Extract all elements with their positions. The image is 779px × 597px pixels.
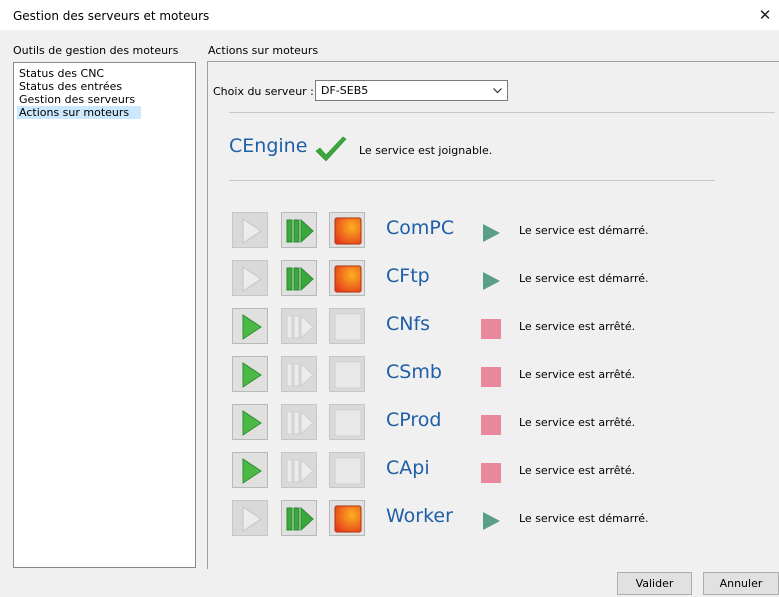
play-icon: [242, 362, 262, 388]
stop-button[interactable]: [329, 404, 365, 440]
stop-button[interactable]: [329, 308, 365, 344]
start-button[interactable]: [232, 308, 268, 344]
restart-icon: [286, 314, 314, 340]
start-button[interactable]: [232, 500, 268, 536]
service-row-csmb: CSmb Le service est arrêté.: [0, 356, 779, 396]
stop-icon: [334, 457, 362, 485]
cancel-button[interactable]: Annuler: [703, 572, 779, 595]
stop-icon: [334, 265, 362, 293]
service-status: Le service est démarré.: [519, 224, 649, 237]
title-bar: Gestion des serveurs et moteurs ✕: [0, 0, 779, 30]
stopped-icon: [481, 415, 501, 435]
restart-icon: [286, 506, 314, 532]
start-button[interactable]: [232, 212, 268, 248]
service-name: CProd: [386, 409, 442, 431]
close-icon[interactable]: ✕: [755, 6, 775, 26]
service-name: CApi: [386, 457, 430, 479]
service-status: Le service est démarré.: [519, 512, 649, 525]
restart-button[interactable]: [281, 356, 317, 392]
stop-button[interactable]: [329, 212, 365, 248]
service-row-worker: Worker Le service est démarré.: [0, 500, 779, 540]
stop-icon: [334, 361, 362, 389]
nav-item-status-cnc[interactable]: Status des CNC: [17, 67, 106, 80]
running-icon: [483, 512, 500, 530]
play-icon: [242, 266, 262, 292]
restart-icon: [286, 410, 314, 436]
service-row-cnfs: CNfs Le service est arrêté.: [0, 308, 779, 348]
restart-button[interactable]: [281, 404, 317, 440]
service-status: Le service est arrêté.: [519, 464, 636, 477]
stop-icon: [334, 409, 362, 437]
separator-mid: [229, 180, 715, 181]
nav-item-status-entrees[interactable]: Status des entrées: [17, 80, 124, 93]
stop-button[interactable]: [329, 500, 365, 536]
nav-item-gestion-serveurs[interactable]: Gestion des serveurs: [17, 93, 137, 106]
service-row-capi: CApi Le service est arrêté.: [0, 452, 779, 492]
start-button[interactable]: [232, 356, 268, 392]
service-row-compc: ComPC Le service est démarré.: [0, 212, 779, 252]
nav-item-actions-moteurs[interactable]: Actions sur moteurs: [17, 106, 141, 119]
server-label: Choix du serveur :: [213, 85, 314, 98]
left-panel-header: Outils de gestion des moteurs: [13, 44, 179, 57]
service-name: ComPC: [386, 217, 455, 239]
restart-button[interactable]: [281, 260, 317, 296]
play-icon: [242, 218, 262, 244]
service-name: CFtp: [386, 265, 430, 287]
start-button[interactable]: [232, 404, 268, 440]
restart-icon: [286, 362, 314, 388]
stopped-icon: [481, 367, 501, 387]
engine-name: CEngine: [229, 135, 308, 157]
play-icon: [242, 410, 262, 436]
check-icon: [315, 136, 347, 162]
running-icon: [483, 272, 500, 290]
start-button[interactable]: [232, 452, 268, 488]
restart-button[interactable]: [281, 308, 317, 344]
chevron-down-icon: [493, 88, 502, 94]
separator-top: [229, 112, 775, 113]
service-name: CNfs: [386, 313, 431, 335]
window-title: Gestion des serveurs et moteurs: [13, 9, 210, 23]
stopped-icon: [481, 319, 501, 339]
running-icon: [483, 224, 500, 242]
restart-icon: [286, 218, 314, 244]
play-icon: [242, 458, 262, 484]
service-status: Le service est arrêté.: [519, 320, 636, 333]
service-status: Le service est arrêté.: [519, 416, 636, 429]
dialog-window: Gestion des serveurs et moteurs ✕ Outils…: [0, 0, 779, 597]
service-status: Le service est démarré.: [519, 272, 649, 285]
play-icon: [242, 506, 262, 532]
service-row-cprod: CProd Le service est arrêté.: [0, 404, 779, 444]
engine-status: Le service est joignable.: [359, 144, 493, 157]
start-button[interactable]: [232, 260, 268, 296]
validate-button[interactable]: Valider: [617, 572, 692, 595]
service-row-cftp: CFtp Le service est démarré.: [0, 260, 779, 300]
restart-button[interactable]: [281, 452, 317, 488]
play-icon: [242, 314, 262, 340]
service-name: CSmb: [386, 361, 442, 383]
stop-button[interactable]: [329, 452, 365, 488]
restart-button[interactable]: [281, 212, 317, 248]
server-select[interactable]: DF-SEB5: [315, 80, 508, 101]
service-name: Worker: [386, 505, 453, 527]
restart-button[interactable]: [281, 500, 317, 536]
stop-button[interactable]: [329, 260, 365, 296]
service-status: Le service est arrêté.: [519, 368, 636, 381]
stop-button[interactable]: [329, 356, 365, 392]
restart-icon: [286, 266, 314, 292]
stop-icon: [334, 313, 362, 341]
restart-icon: [286, 458, 314, 484]
stop-icon: [334, 505, 362, 533]
stopped-icon: [481, 463, 501, 483]
right-panel-header: Actions sur moteurs: [208, 44, 319, 57]
stop-icon: [334, 217, 362, 245]
server-select-value: DF-SEB5: [321, 84, 369, 97]
